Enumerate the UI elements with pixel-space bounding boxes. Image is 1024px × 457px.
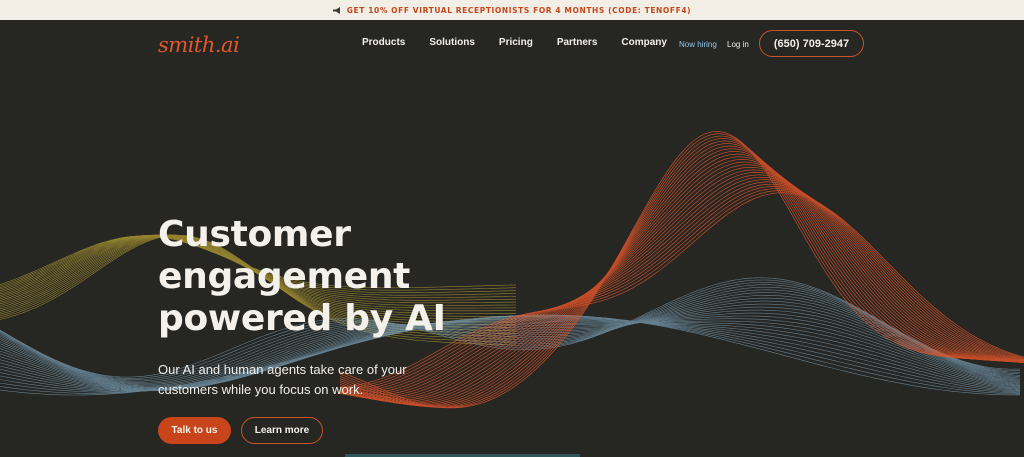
promo-banner[interactable]: GET 10% OFF VIRTUAL RECEPTIONISTS FOR 4 … — [0, 0, 1024, 20]
nav-item-solutions[interactable]: Solutions — [429, 37, 475, 48]
hero-title-line: Customer — [158, 214, 351, 255]
hero-title-line: powered by AI — [158, 298, 446, 339]
page: GET 10% OFF VIRTUAL RECEPTIONISTS FOR 4 … — [0, 0, 1024, 457]
hero-subtitle: Our AI and human agents take care of you… — [158, 360, 448, 400]
nav-item-partners[interactable]: Partners — [557, 37, 598, 48]
now-hiring-link[interactable]: Now hiring — [679, 40, 717, 49]
nav-item-products[interactable]: Products — [362, 37, 405, 48]
wave-line — [0, 318, 1021, 391]
nav-item-company[interactable]: Company — [621, 37, 667, 48]
learn-more-button[interactable]: Learn more — [241, 417, 323, 444]
logo[interactable]: smith.ai — [158, 30, 240, 60]
logo-text: smith.ai — [158, 33, 240, 57]
hero-title-line: engagement — [158, 256, 411, 297]
wave-line — [0, 292, 1021, 385]
hero-subtitle-line: customers while you focus on work. — [158, 382, 364, 397]
hero-title: Customer engagement powered by AI — [158, 214, 478, 340]
megaphone-icon — [332, 6, 341, 14]
nav-menu: Products Solutions Pricing Partners Comp… — [362, 37, 667, 48]
top-nav: smith.ai Products Solutions Pricing Part… — [0, 20, 1024, 70]
wave-line — [0, 297, 1021, 387]
nav-item-pricing[interactable]: Pricing — [499, 37, 533, 48]
login-link[interactable]: Log in — [727, 40, 749, 49]
talk-to-us-button[interactable]: Talk to us — [158, 417, 231, 444]
promo-text[interactable]: GET 10% OFF VIRTUAL RECEPTIONISTS FOR 4 … — [347, 6, 691, 15]
phone-button[interactable]: (650) 709-2947 — [759, 30, 864, 57]
hero-subtitle-line: Our AI and human agents take care of you… — [158, 362, 407, 377]
